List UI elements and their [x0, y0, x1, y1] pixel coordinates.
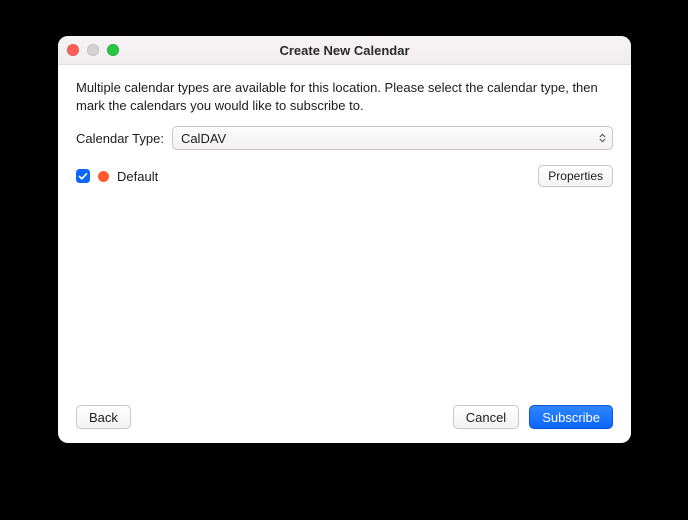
subscribe-button[interactable]: Subscribe [529, 405, 613, 429]
back-button[interactable]: Back [76, 405, 131, 429]
zoom-icon[interactable] [107, 44, 119, 56]
list-item: Default Properties [76, 164, 613, 188]
calendar-type-select[interactable]: CalDAV [172, 126, 613, 150]
chevron-up-down-icon [599, 134, 606, 143]
calendar-type-row: Calendar Type: CalDAV [76, 126, 613, 150]
window-title: Create New Calendar [279, 43, 409, 58]
minimize-icon [87, 44, 99, 56]
subscribe-checkbox[interactable] [76, 169, 90, 183]
properties-button[interactable]: Properties [538, 165, 613, 187]
window-controls [67, 44, 119, 56]
calendar-list: Default Properties [76, 164, 613, 397]
instructions-text: Multiple calendar types are available fo… [76, 79, 613, 114]
dialog-content: Multiple calendar types are available fo… [58, 65, 631, 443]
calendar-type-label: Calendar Type: [76, 131, 164, 146]
calendar-type-value: CalDAV [181, 131, 226, 146]
titlebar: Create New Calendar [58, 36, 631, 65]
calendar-name: Default [117, 169, 530, 184]
dialog-footer: Back Cancel Subscribe [76, 397, 613, 429]
dialog-window: Create New Calendar Multiple calendar ty… [58, 36, 631, 443]
close-icon[interactable] [67, 44, 79, 56]
calendar-color-icon [98, 171, 109, 182]
cancel-button[interactable]: Cancel [453, 405, 519, 429]
